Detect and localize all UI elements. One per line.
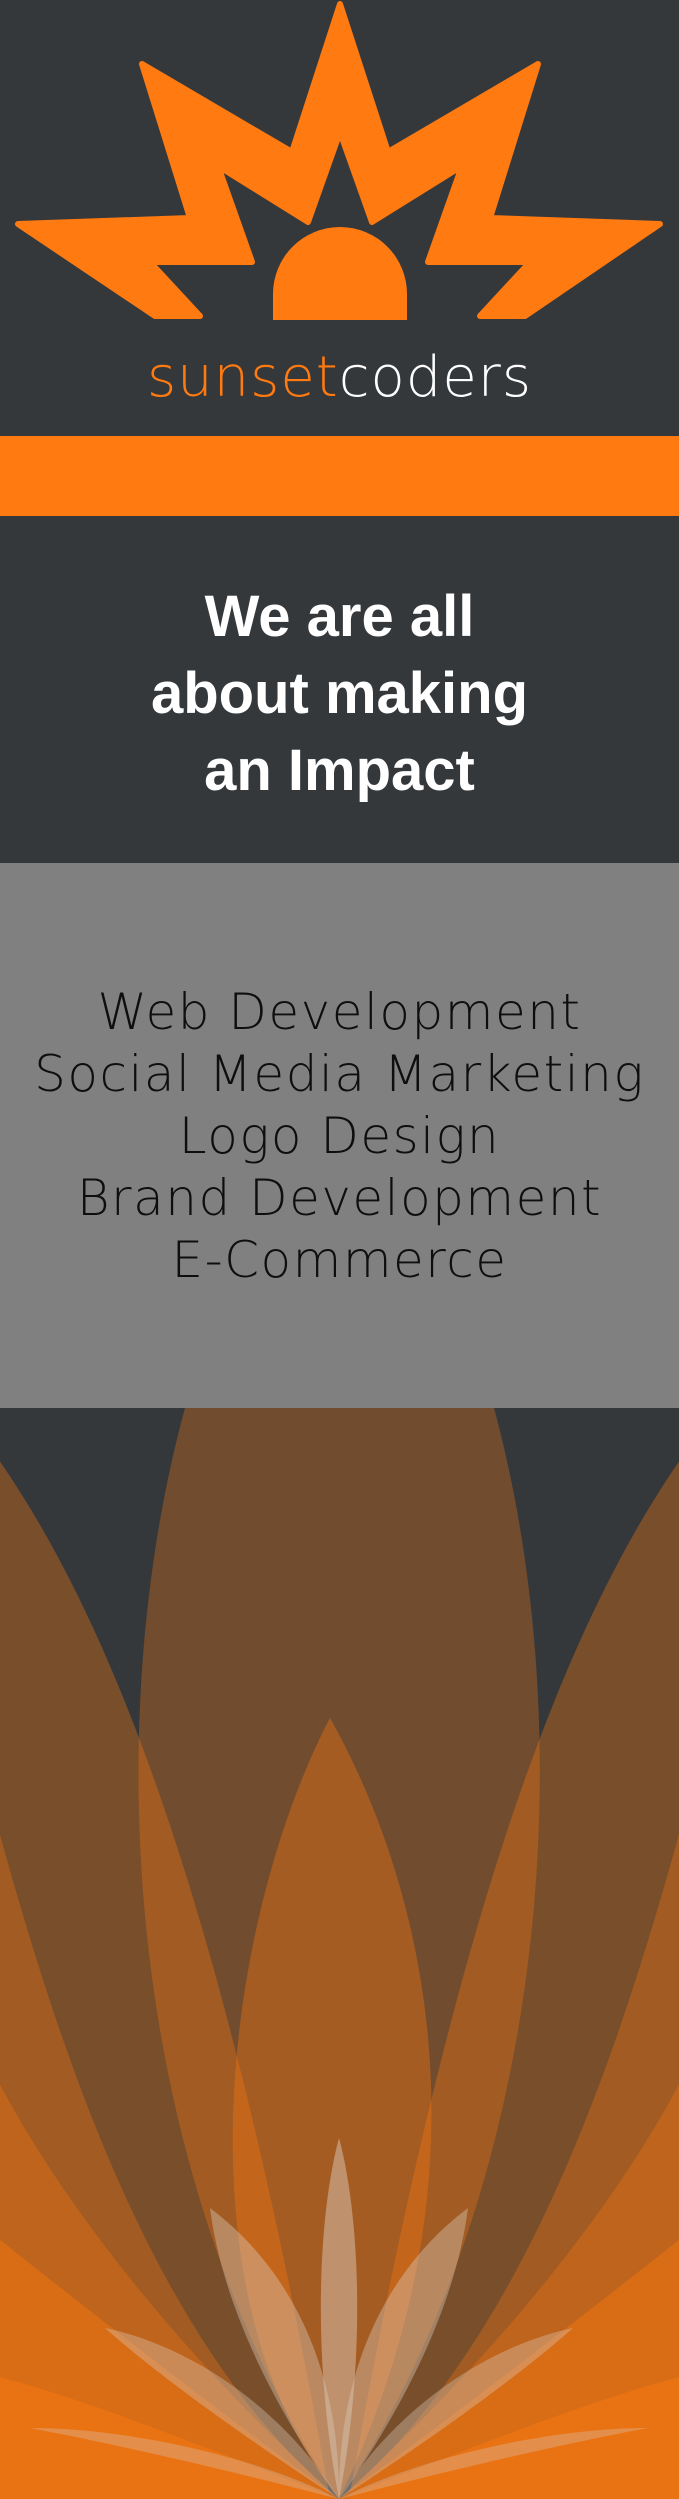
orange-divider-band	[0, 436, 679, 516]
service-item-e-commerce: E-Commerce	[171, 1231, 508, 1289]
tagline-section: We are all about making an Impact	[0, 516, 679, 863]
service-item-brand-development: Brand Development	[76, 1169, 603, 1227]
brand-wordmark: sunsetcoders	[0, 345, 679, 410]
brand-name-sunset: sunset	[147, 345, 339, 410]
brand-name-coders: coders	[338, 345, 532, 410]
services-section: Web Development Social Media Marketing L…	[0, 863, 679, 1408]
petals-decoration-section	[0, 1408, 679, 2499]
service-item-web-development: Web Development	[97, 983, 582, 1041]
service-item-logo-design: Logo Design	[178, 1107, 501, 1165]
tagline-heading: We are all about making an Impact	[0, 578, 679, 809]
tagline-line: We are all	[204, 584, 475, 649]
services-list: Web Development Social Media Marketing L…	[0, 981, 679, 1291]
lotus-petals-icon	[0, 1408, 679, 2499]
tagline-line: an Impact	[204, 738, 475, 803]
logo-section: sunsetcoders	[0, 0, 679, 436]
service-item-social-media-marketing: Social Media Marketing	[34, 1045, 645, 1103]
tagline-line: about making	[150, 661, 529, 726]
